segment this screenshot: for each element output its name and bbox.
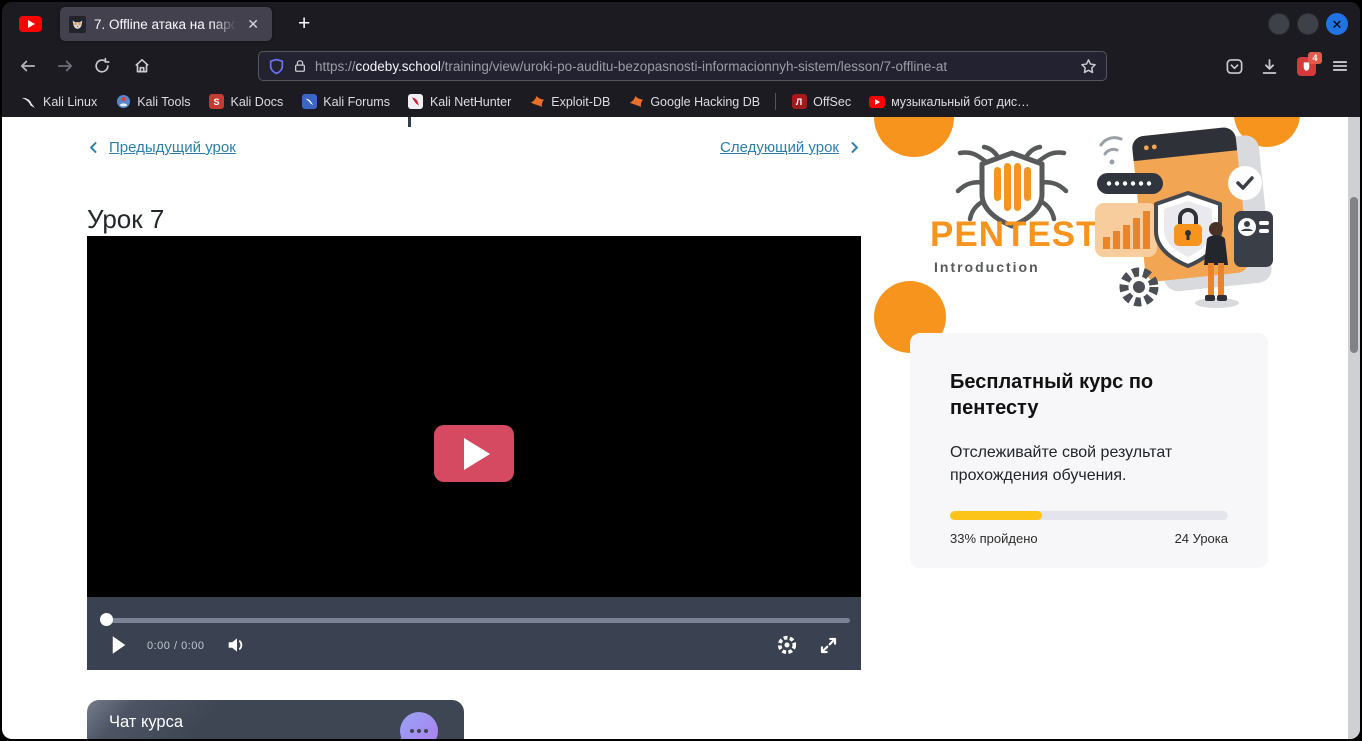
- lesson-navigation: Предыдущий урок Следующий урок: [87, 139, 861, 156]
- prev-lesson-label: Предыдущий урок: [109, 139, 236, 156]
- adblock-extension-icon[interactable]: 4: [1292, 52, 1320, 80]
- google-hacking-db-icon: [628, 94, 644, 110]
- video-screen[interactable]: [87, 236, 861, 597]
- menu-hamburger-icon[interactable]: [1326, 52, 1354, 80]
- prev-lesson-link[interactable]: Предыдущий урок: [87, 139, 236, 156]
- forward-icon[interactable]: [51, 52, 79, 80]
- lesson-title: Урок 7: [87, 204, 164, 235]
- bookmark-google-hacking-db[interactable]: Google Hacking DB: [619, 91, 769, 113]
- kali-docs-icon: S: [208, 94, 224, 110]
- kali-tools-icon: [115, 94, 131, 110]
- chat-bubble-icon[interactable]: [400, 712, 438, 739]
- pinned-tab-youtube[interactable]: [10, 7, 50, 41]
- bookmark-music-bot[interactable]: музыкальный бот дис…: [860, 91, 1039, 113]
- page-scrollbar-track[interactable]: [1348, 117, 1360, 739]
- youtube-icon: [19, 16, 42, 32]
- volume-icon[interactable]: [225, 633, 249, 657]
- bookmark-kali-forums[interactable]: Kali Forums: [292, 91, 399, 113]
- page-content: Предыдущий урок Следующий урок Урок 7 0:…: [2, 117, 1360, 739]
- kali-dragon-icon: [21, 94, 37, 110]
- bookmark-kali-docs[interactable]: S Kali Docs: [199, 91, 292, 113]
- reload-icon[interactable]: [88, 52, 116, 80]
- lessons-count-label: 24 Урока: [1175, 531, 1228, 546]
- chat-title: Чат курса: [109, 713, 183, 732]
- url-text[interactable]: https://codeby.school/training/view/urok…: [315, 59, 1072, 74]
- course-chat-widget[interactable]: Чат курса: [87, 700, 464, 739]
- downloads-icon[interactable]: [1255, 52, 1283, 80]
- url-path: /training/view/uroki-po-auditu-bezopasno…: [441, 59, 947, 74]
- progress-fill: [950, 511, 1042, 520]
- codeby-favicon-icon: [69, 16, 86, 33]
- settings-gear-icon[interactable]: [774, 632, 800, 658]
- kali-forums-icon: [301, 94, 317, 110]
- minimize-button[interactable]: [1268, 13, 1290, 35]
- bookmark-kali-nethunter[interactable]: Kali NetHunter: [399, 91, 520, 113]
- home-icon[interactable]: [128, 52, 156, 80]
- bookmark-star-icon[interactable]: [1080, 58, 1097, 75]
- lock-icon[interactable]: [293, 58, 307, 74]
- tracking-shield-icon[interactable]: [268, 57, 285, 76]
- url-protocol: https://: [315, 59, 356, 74]
- bookmark-kali-linux[interactable]: Kali Linux: [12, 91, 106, 113]
- progress-percent-label: 33% пройдено: [950, 531, 1038, 546]
- course-card-description: Отслеживайте свой результат прохождения …: [950, 441, 1228, 487]
- offsec-icon: Л: [791, 94, 807, 110]
- bookmark-exploit-db[interactable]: Exploit-DB: [520, 91, 619, 113]
- next-lesson-link[interactable]: Следующий урок: [720, 139, 861, 156]
- video-player: 0:00 / 0:00: [87, 236, 861, 670]
- navigation-toolbar: https://codeby.school/training/view/urok…: [2, 46, 1360, 86]
- window-controls: ✕: [1268, 13, 1360, 35]
- banner-decor-circle: [874, 117, 954, 157]
- banner-subtitle: Introduction: [934, 259, 1040, 275]
- extension-badge: 4: [1308, 52, 1321, 65]
- video-controls: 0:00 / 0:00: [87, 597, 861, 670]
- url-bar[interactable]: https://codeby.school/training/view/urok…: [258, 51, 1107, 81]
- kali-nethunter-icon: [408, 94, 424, 110]
- fullscreen-icon[interactable]: [816, 633, 840, 657]
- chevron-left-icon: [87, 140, 100, 155]
- banner-brand: PENTEST: [930, 215, 1098, 255]
- bookmarks-separator: [775, 93, 776, 110]
- time-display: 0:00 / 0:00: [147, 640, 205, 652]
- big-play-button[interactable]: [434, 425, 514, 482]
- course-progress-card: Бесплатный курс по пентесту Отслеживайте…: [910, 333, 1268, 568]
- maximize-button[interactable]: [1297, 13, 1319, 35]
- new-tab-button[interactable]: +: [290, 12, 318, 36]
- security-illustration: [1095, 119, 1273, 315]
- tab-title: 7. Offline атака на пароли: [94, 17, 239, 32]
- page-scrollbar-thumb[interactable]: [1350, 197, 1358, 353]
- clipped-heading-remnant: [408, 117, 411, 127]
- browser-window: 7. Offline атака на пароли ✕ + ✕ https:/…: [0, 0, 1362, 741]
- course-card-title: Бесплатный курс по пентесту: [950, 369, 1228, 421]
- chevron-right-icon: [848, 140, 861, 155]
- youtube-icon: [869, 94, 885, 110]
- play-button[interactable]: [109, 633, 129, 657]
- tab-bar: 7. Offline атака на пароли ✕ + ✕: [2, 2, 1360, 46]
- pocket-icon[interactable]: [1220, 52, 1248, 80]
- exploit-db-icon: [529, 94, 545, 110]
- next-lesson-label: Следующий урок: [720, 139, 839, 156]
- bookmark-offsec[interactable]: Л OffSec: [782, 91, 860, 113]
- tab-close-icon[interactable]: ✕: [243, 15, 263, 34]
- url-domain: codeby.school: [356, 59, 441, 74]
- close-button[interactable]: ✕: [1326, 13, 1348, 35]
- seek-handle[interactable]: [100, 613, 113, 626]
- tab-active[interactable]: 7. Offline атака на пароли ✕: [60, 7, 272, 41]
- bookmark-kali-tools[interactable]: Kali Tools: [106, 91, 199, 113]
- back-icon[interactable]: [14, 52, 42, 80]
- seek-bar[interactable]: [102, 618, 850, 623]
- bookmarks-bar: Kali Linux Kali Tools S Kali Docs Kali F…: [2, 86, 1360, 117]
- progress-bar: [950, 511, 1228, 520]
